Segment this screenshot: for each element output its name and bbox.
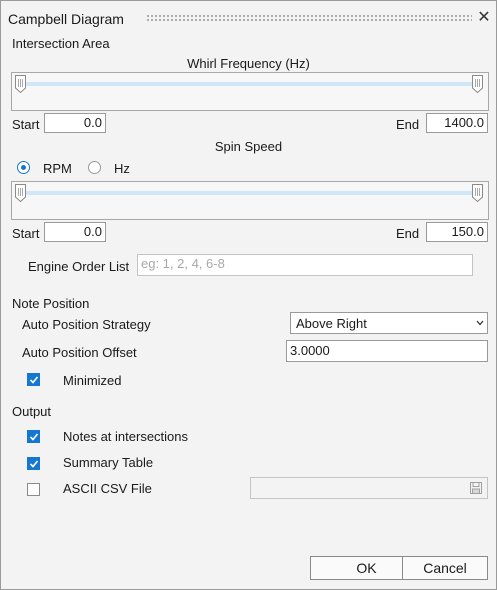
campbell-diagram-dialog: Campbell Diagram ✕ Intersection Area Whi… [0, 0, 497, 590]
engine-order-label: Engine Order List [28, 259, 130, 274]
dialog-title: Campbell Diagram [8, 11, 124, 27]
title-bar[interactable]: Campbell Diagram ✕ [1, 1, 496, 33]
auto-position-strategy-select[interactable]: Above Right [290, 312, 488, 334]
ascii-csv-label[interactable]: ASCII CSV File [63, 481, 152, 496]
whirl-end-input[interactable]: 1400.0 [426, 113, 488, 133]
auto-position-strategy-label: Auto Position Strategy [22, 317, 151, 332]
note-position-heading: Note Position [12, 296, 90, 311]
rpm-radio[interactable] [17, 161, 30, 174]
strategy-selected-value: Above Right [296, 316, 367, 331]
spin-speed-slider[interactable] [11, 181, 489, 220]
notes-at-intersections-checkbox[interactable] [27, 430, 40, 443]
hz-radio[interactable] [88, 161, 101, 174]
whirl-end-label: End [396, 117, 420, 132]
checkmark-icon [29, 460, 39, 468]
checkmark-icon [29, 376, 39, 384]
spin-end-input[interactable]: 150.0 [426, 222, 488, 242]
whirl-slider-track [18, 82, 482, 86]
drag-grip[interactable] [146, 14, 472, 23]
csv-file-path-input [250, 477, 488, 499]
whirl-start-input[interactable]: 0.0 [44, 113, 106, 133]
chevron-down-icon [476, 320, 484, 326]
auto-position-offset-label: Auto Position Offset [22, 345, 137, 360]
notes-at-intersections-label[interactable]: Notes at intersections [63, 429, 188, 444]
spin-start-thumb[interactable] [15, 184, 26, 202]
intersection-area-heading: Intersection Area [12, 36, 110, 51]
summary-table-checkbox[interactable] [27, 457, 40, 470]
minimized-checkbox[interactable] [27, 373, 40, 386]
auto-position-offset-input[interactable]: 3.0000 [286, 340, 488, 362]
engine-order-input[interactable]: eg: 1, 2, 4, 6-8 [137, 254, 473, 276]
spin-end-thumb[interactable] [472, 184, 483, 202]
whirl-frequency-label: Whirl Frequency (Hz) [187, 56, 310, 71]
summary-table-label[interactable]: Summary Table [63, 455, 153, 470]
ascii-csv-checkbox[interactable] [27, 483, 40, 496]
spin-start-label: Start [12, 226, 40, 241]
cancel-button[interactable]: Cancel [402, 556, 488, 580]
whirl-frequency-slider[interactable] [11, 72, 489, 111]
spin-speed-label: Spin Speed [214, 139, 283, 154]
close-icon[interactable]: ✕ [477, 10, 491, 26]
hz-radio-label[interactable]: Hz [114, 161, 130, 176]
whirl-end-thumb[interactable] [472, 75, 483, 93]
output-heading: Output [12, 404, 52, 419]
rpm-radio-label[interactable]: RPM [43, 161, 72, 176]
spin-slider-track [18, 191, 482, 195]
whirl-start-label: Start [12, 117, 40, 132]
spin-start-input[interactable]: 0.0 [44, 222, 106, 242]
spin-end-label: End [396, 226, 420, 241]
save-icon [470, 482, 482, 494]
checkmark-icon [29, 433, 39, 441]
whirl-start-thumb[interactable] [15, 75, 26, 93]
minimized-label[interactable]: Minimized [63, 373, 122, 388]
